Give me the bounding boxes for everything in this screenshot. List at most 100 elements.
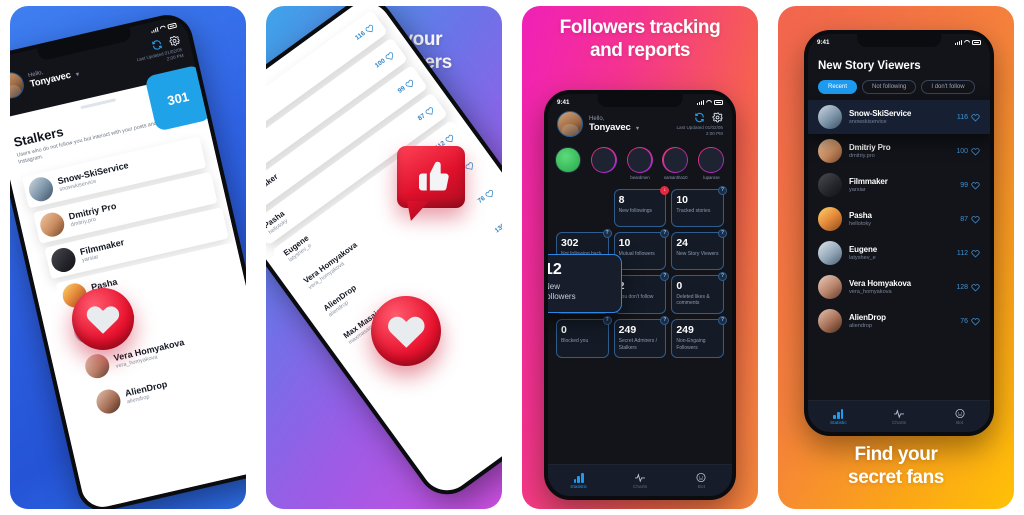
phone-mockup-story-viewers: 9:41 New Story Viewers Recent Not followi… [804, 30, 994, 436]
table-row[interactable]: Pasha hellotoky 87 [808, 202, 990, 236]
panel-stalkers: 9:41 Hello, Tonyavec ▾ [0, 0, 256, 515]
wifi-icon [706, 100, 712, 105]
headline-secret-fans: Find your secret fans [778, 443, 1014, 489]
tab-statistic[interactable]: Statistic [808, 408, 869, 426]
user-name: Eugene [849, 245, 877, 254]
table-row[interactable]: Dmitriy Pro dmitriy.pro 100 [808, 134, 990, 168]
last-updated-line1: Last Updated 01/02/05 [676, 124, 724, 130]
pulse-icon [609, 472, 670, 483]
story-item[interactable] [590, 147, 618, 180]
user-name: Filmmaker [849, 177, 888, 186]
story-item[interactable]: luparose [698, 147, 725, 180]
stat-badge-icon: ? [660, 271, 670, 281]
story-item[interactable] [555, 147, 582, 180]
avatar [818, 173, 842, 197]
like-count: 100 [373, 50, 396, 70]
tab-bot[interactable]: Bot [671, 472, 732, 490]
last-updated-label: Last Updated 01/02/05 2:00 PM [677, 125, 724, 136]
stat-card[interactable]: ? 249 Non-Engaing Followers [671, 315, 727, 359]
avatar[interactable] [557, 111, 583, 137]
story-avatar [627, 148, 652, 172]
avatar[interactable] [10, 69, 27, 101]
status-time: 9:41 [817, 38, 830, 46]
bottom-tab-bar[interactable]: Statistic Charts Bot [548, 464, 732, 496]
tab-charts[interactable]: Charts [609, 472, 670, 490]
story-avatar [663, 148, 687, 172]
user-handle: aliendrop [849, 323, 873, 329]
admirers-sheet: Snow-SkiServicesnowskiservice116Dmitriy … [266, 6, 502, 501]
like-count-value: 116 [353, 29, 367, 42]
stat-card[interactable]: ↓ 8 New followings [613, 185, 670, 227]
status-bar: 9:41 [548, 96, 732, 108]
heart-3d-prop-2 [371, 296, 441, 366]
avatar [818, 139, 842, 163]
stat-value: 249 [676, 323, 694, 336]
chevron-down-icon[interactable]: ▾ [75, 71, 79, 77]
like-count: 76 [960, 317, 980, 326]
chevron-down-icon[interactable]: ▾ [636, 126, 639, 132]
avatar [49, 245, 78, 275]
tab-label: Bot [697, 484, 705, 490]
table-row[interactable]: Filmmaker yarsiar 99 [808, 168, 990, 202]
filter-pill-group[interactable]: Recent Not following I don't follow [808, 72, 990, 100]
like-count: 100 [956, 147, 980, 156]
like-count-value: 130 [493, 222, 502, 235]
avatar [818, 275, 842, 299]
user-handle: vera_homyakova [849, 289, 892, 295]
story-username: samantha10 [663, 174, 688, 180]
like-count: 116 [957, 113, 980, 122]
heart-icon [387, 316, 425, 348]
table-row[interactable]: Vera Homyakova vera_homyakova 128 [808, 270, 990, 304]
stat-value: 24 [676, 236, 689, 249]
status-bar: 9:41 [808, 36, 990, 48]
stat-badge-icon: ? [718, 315, 727, 325]
stat-label: Blocked you [561, 338, 589, 345]
headline-line2: secret fans [848, 466, 944, 488]
like-count: 76 [476, 187, 496, 205]
app-store-screenshot-gallery: 9:41 Hello, Tonyavec ▾ [0, 0, 1024, 515]
tab-label: Statistic [570, 484, 588, 490]
stat-card[interactable]: ? 249 Secret Admirers / Stalkers [613, 315, 670, 359]
new-followers-highlight-card[interactable]: 12 New followers [548, 254, 622, 313]
stat-card[interactable]: ? 24 New Story Viewers [671, 228, 727, 270]
user-name: AlienDrop [849, 313, 886, 322]
phone-mockup-stalkers: 9:41 Hello, Tonyavec ▾ [10, 9, 246, 509]
story-ring [662, 147, 689, 173]
panel-story-viewers: 9:41 New Story Viewers Recent Not followi… [768, 0, 1024, 515]
panel-followers-tracking: Followers tracking and reports 9:41 Hell… [512, 0, 768, 515]
stat-badge-icon: ? [660, 315, 670, 325]
user-name: Vera Homyakova [849, 279, 911, 288]
filter-pill-not-following[interactable]: Not following [862, 80, 917, 94]
tab-charts[interactable]: Charts [869, 408, 930, 426]
username-label[interactable]: Tonyavec ▾ [589, 122, 671, 133]
like-count-value: 116 [956, 113, 968, 121]
wifi-icon [159, 25, 166, 31]
signal-icon [697, 99, 704, 105]
tab-bot[interactable]: Bot [929, 408, 990, 426]
avatar [818, 241, 842, 265]
headline-followers-tracking: Followers tracking and reports [522, 16, 758, 62]
filter-pill-i-don-t-follow[interactable]: I don't follow [921, 80, 975, 94]
table-row[interactable]: AlienDrop aliendrop 76 [808, 304, 990, 338]
avatar [82, 351, 112, 381]
battery-icon [714, 99, 723, 105]
table-row[interactable]: Snow-SkiService snowskiservice 116 [808, 100, 990, 134]
story-item[interactable]: beardmen [626, 147, 654, 180]
stat-value: 0 [561, 323, 567, 336]
filter-pill-recent[interactable]: Recent [818, 80, 858, 94]
stat-card[interactable]: ? 10 Tracked stories [671, 185, 727, 227]
stat-card[interactable]: ? 0 Deleted likes & comments [671, 271, 727, 314]
bot-face-icon [671, 472, 732, 483]
gear-icon[interactable] [712, 112, 723, 123]
refresh-icon[interactable] [150, 38, 163, 51]
story-avatar [592, 148, 616, 172]
table-row[interactable]: Eugene latyshev_e 112 [808, 236, 990, 270]
stat-card[interactable]: ? 0 Blocked you [556, 315, 612, 359]
gear-icon[interactable] [168, 34, 181, 47]
bot-face-icon [929, 408, 990, 419]
bottom-tab-bar[interactable]: Statistic Charts Bot [808, 400, 990, 432]
refresh-icon[interactable] [694, 112, 705, 123]
tab-statistic[interactable]: Statistic [548, 472, 609, 490]
story-item[interactable]: samantha10 [662, 147, 689, 180]
stories-row[interactable]: beardmen samantha10 luparose [548, 143, 732, 183]
